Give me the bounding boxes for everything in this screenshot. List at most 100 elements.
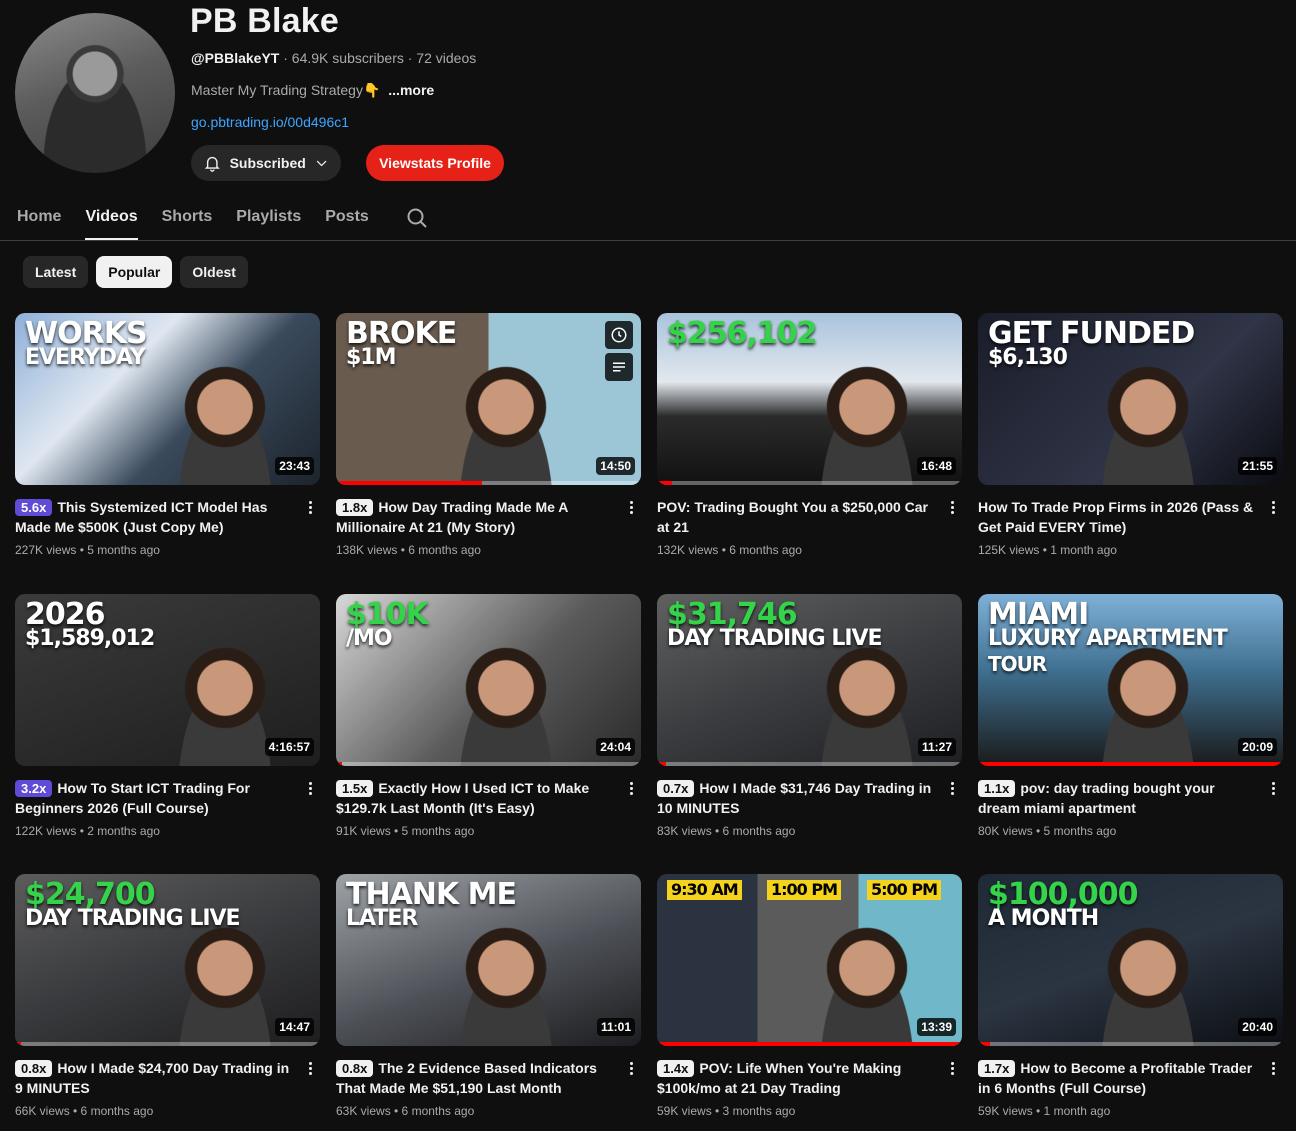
add-to-queue-button[interactable] — [605, 353, 633, 381]
video-card[interactable]: $24,700 DAY TRADING LIVE 14:47 0.8x How I Ma… — [15, 874, 320, 1124]
video-title-text: The 2 Evidence Based Indicators That Mad… — [336, 1060, 597, 1096]
more-actions-icon[interactable] — [944, 1060, 960, 1080]
video-thumbnail[interactable]: 2026 $1,589,012 4:16:57 — [15, 594, 320, 766]
video-card[interactable]: $256,102 16:48 POV: Trading Bought You a $… — [657, 313, 962, 563]
more-actions-icon[interactable] — [1265, 1060, 1281, 1080]
watch-progress-bar — [336, 481, 641, 485]
outlier-score-badge: 1.7x — [978, 1060, 1016, 1077]
video-card[interactable]: $31,746 DAY TRADING LIVE 11:27 0.7x How I Ma… — [657, 594, 962, 844]
tab-videos[interactable]: Videos — [85, 200, 138, 240]
video-title[interactable]: 5.6x This Systemized ICT Model Has Made M… — [15, 497, 297, 537]
video-title-text: How I Made $24,700 Day Trading in 9 MINU… — [15, 1060, 290, 1096]
watch-later-button[interactable] — [605, 321, 633, 349]
video-title-text: POV: Trading Bought You a $250,000 Car a… — [657, 499, 929, 535]
thumbnail-text: DAY TRADING LIVE — [25, 906, 241, 931]
channel-avatar[interactable] — [15, 13, 175, 173]
video-thumbnail[interactable]: $10K/MO 24:04 — [336, 594, 641, 766]
tab-playlists[interactable]: Playlists — [236, 200, 301, 240]
video-duration: 21:55 — [1238, 457, 1277, 475]
video-thumbnail[interactable]: $24,700 DAY TRADING LIVE 14:47 — [15, 874, 320, 1046]
chip-latest[interactable]: Latest — [23, 256, 89, 288]
video-title[interactable]: 0.8x The 2 Evidence Based Indicators That… — [336, 1058, 618, 1098]
tab-shorts[interactable]: Shorts — [162, 200, 213, 240]
thumbnail-text: A MONTH — [988, 906, 1099, 931]
watch-progress-fill — [657, 1042, 962, 1046]
video-card[interactable]: THANK ME LATER 11:01 0.8x The 2 Evidence Bas… — [336, 874, 641, 1124]
more-actions-icon[interactable] — [944, 780, 960, 800]
video-card[interactable]: BROKE $1M 14:50 1.8x How Day Trading Made Me… — [336, 313, 641, 563]
subscribed-label: Subscribed — [229, 155, 306, 171]
channel-search-button[interactable] — [405, 200, 429, 235]
watch-progress-bar — [15, 1042, 320, 1046]
chip-oldest[interactable]: Oldest — [180, 256, 248, 288]
video-title[interactable]: 1.4x POV: Life When You're Making $100k/m… — [657, 1058, 939, 1098]
video-title[interactable]: 3.2x How To Start ICT Trading For Beginne… — [15, 778, 297, 818]
video-duration: 11:01 — [596, 1018, 635, 1036]
video-stats: 122K views • 2 months ago — [15, 824, 160, 838]
video-title[interactable]: 1.7x How to Become a Profitable Trader in… — [978, 1058, 1260, 1098]
thumbnail-text: $1,589,012 — [25, 626, 155, 651]
more-actions-icon[interactable] — [1265, 499, 1281, 519]
viewstats-profile-button[interactable]: Viewstats Profile — [366, 145, 504, 181]
channel-stats: · 64.9K subscribers · 72 videos — [279, 50, 477, 66]
description-text: Master My Trading Strategy👇 — [191, 82, 381, 98]
video-info: 1.7x How to Become a Profitable Trader in… — [978, 1058, 1260, 1118]
watch-progress-fill — [15, 1042, 22, 1046]
video-card[interactable]: $10K/MO 24:04 1.5x Exactly How I Used ICT t… — [336, 594, 641, 844]
outlier-score-badge: 1.1x — [978, 780, 1016, 797]
thumbnail-text: LUXURY APARTMENT — [988, 626, 1228, 651]
video-thumbnail[interactable]: MIAMI LUXURY APARTMENT TOUR 20:09 — [978, 594, 1283, 766]
more-actions-icon[interactable] — [623, 780, 639, 800]
more-actions-icon[interactable] — [302, 499, 318, 519]
more-actions-icon[interactable] — [302, 1060, 318, 1080]
more-actions-icon[interactable] — [623, 1060, 639, 1080]
video-card[interactable]: MIAMI LUXURY APARTMENT TOUR 20:09 1.1x pov: d… — [978, 594, 1283, 844]
chip-popular[interactable]: Popular — [96, 256, 173, 288]
more-actions-icon[interactable] — [302, 780, 318, 800]
video-stats: 227K views • 5 months ago — [15, 543, 160, 557]
more-actions-icon[interactable] — [623, 499, 639, 519]
video-title[interactable]: How To Trade Prop Firms in 2026 (Pass & … — [978, 497, 1260, 537]
video-card[interactable]: GET FUNDED $6,130 21:55 How To Trade Prop F… — [978, 313, 1283, 563]
video-thumbnail[interactable]: $100,000 A MONTH 20:40 — [978, 874, 1283, 1046]
more-actions-icon[interactable] — [944, 499, 960, 519]
video-card[interactable]: $100,000 A MONTH 20:40 1.7x How to Become a … — [978, 874, 1283, 1124]
video-stats: 63K views • 6 months ago — [336, 1104, 475, 1118]
video-card[interactable]: 2026 $1,589,012 4:16:57 3.2x How To Start IC… — [15, 594, 320, 844]
video-title[interactable]: 1.1x pov: day trading bought your dream m… — [978, 778, 1260, 818]
video-duration: 20:09 — [1238, 738, 1277, 756]
video-thumbnail[interactable]: BROKE $1M 14:50 — [336, 313, 641, 485]
video-info: 3.2x How To Start ICT Trading For Beginne… — [15, 778, 297, 838]
video-title-text: How To Trade Prop Firms in 2026 (Pass & … — [978, 499, 1254, 535]
video-title[interactable]: 1.8x How Day Trading Made Me A Millionair… — [336, 497, 618, 537]
channel-description[interactable]: Master My Trading Strategy👇 ...more — [191, 82, 434, 99]
video-title[interactable]: 0.8x How I Made $24,700 Day Trading in 9 … — [15, 1058, 297, 1098]
watch-progress-bar — [657, 1042, 962, 1046]
video-thumbnail[interactable]: WORKS EVERYDAY 23:43 — [15, 313, 320, 485]
video-thumbnail[interactable]: $256,102 16:48 — [657, 313, 962, 485]
more-link[interactable]: ...more — [388, 82, 434, 98]
video-thumbnail[interactable]: GET FUNDED $6,130 21:55 — [978, 313, 1283, 485]
tab-posts[interactable]: Posts — [325, 200, 369, 240]
video-thumbnail[interactable]: $31,746 DAY TRADING LIVE 11:27 — [657, 594, 962, 766]
thumbnail-text: $1M — [346, 345, 397, 370]
outlier-score-badge: 1.5x — [336, 780, 374, 797]
video-thumbnail[interactable]: 9:30 AM 1:00 PM 5:00 PM 13:39 — [657, 874, 962, 1046]
video-title[interactable]: 0.7x How I Made $31,746 Day Trading in 10… — [657, 778, 939, 818]
tab-home[interactable]: Home — [17, 200, 61, 240]
thumbnail-text: EVERYDAY — [25, 345, 146, 370]
channel-link[interactable]: go.pbtrading.io/00d496c1 — [191, 114, 349, 130]
video-thumbnail[interactable]: THANK ME LATER 11:01 — [336, 874, 641, 1046]
thumbnail-text: 9:30 AM — [667, 880, 742, 900]
video-stats: 66K views • 6 months ago — [15, 1104, 154, 1118]
video-duration: 23:43 — [275, 457, 314, 475]
thumbnail-person — [1088, 926, 1208, 1046]
thumbnail-text: $6,130 — [988, 345, 1068, 370]
video-title[interactable]: POV: Trading Bought You a $250,000 Car a… — [657, 497, 939, 537]
video-card[interactable]: WORKS EVERYDAY 23:43 5.6x This Systemized IC… — [15, 313, 320, 563]
video-card[interactable]: 9:30 AM 1:00 PM 5:00 PM 13:39 1.4x POV: Life … — [657, 874, 962, 1124]
watch-progress-bar — [978, 762, 1283, 766]
video-title[interactable]: 1.5x Exactly How I Used ICT to Make $129.… — [336, 778, 618, 818]
subscribed-button[interactable]: Subscribed — [191, 145, 341, 181]
more-actions-icon[interactable] — [1265, 780, 1281, 800]
